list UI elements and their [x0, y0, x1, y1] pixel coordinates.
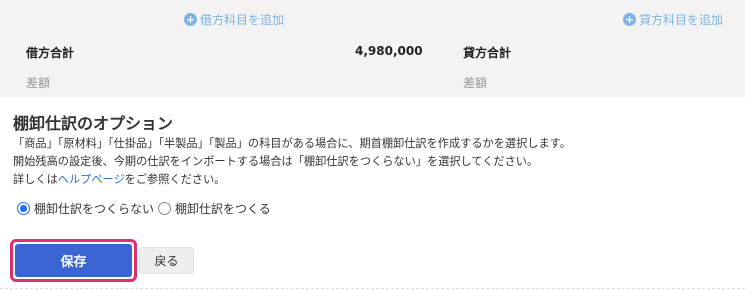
- journal-summary-panel: + 借方科目を追加 + 貸方科目を追加 借方合計 4,980,000 貸方合計 …: [0, 0, 745, 97]
- footer-divider: [0, 288, 745, 289]
- save-button[interactable]: 保存: [15, 244, 132, 277]
- radio-create[interactable]: [158, 201, 172, 215]
- radio-no-create[interactable]: [17, 201, 30, 215]
- description-line-3-prefix: 詳しくは: [13, 173, 58, 186]
- add-credit-account-button[interactable]: + 貸方科目を追加: [623, 9, 723, 29]
- total-row: 借方合計 4,980,000 貸方合計: [0, 41, 745, 65]
- description-line-2: 開始残高の設定後、今期の仕訳をインポートする場合は「棚卸仕訳をつくらない」を選択…: [13, 155, 539, 168]
- section-title: 棚卸仕訳のオプション: [13, 114, 174, 133]
- inventory-journal-radio-group: 棚卸仕訳をつくらない 棚卸仕訳をつくる: [17, 199, 275, 217]
- add-debit-account-label: 借方科目を追加: [200, 12, 285, 27]
- debit-total-label: 借方合計: [26, 46, 75, 60]
- radio-create-label[interactable]: 棚卸仕訳をつくる: [175, 200, 271, 217]
- help-page-link[interactable]: ヘルプページ: [58, 173, 125, 186]
- description-line-3-suffix: をご参照ください。: [124, 173, 226, 186]
- add-debit-account-button[interactable]: + 借方科目を追加: [184, 9, 284, 29]
- plus-circle-icon: +: [184, 12, 197, 26]
- radio-no-create-label[interactable]: 棚卸仕訳をつくらない: [34, 200, 154, 217]
- plus-circle-icon: +: [623, 12, 636, 26]
- difference-row: 差額 差額: [0, 71, 745, 95]
- credit-difference-label: 差額: [463, 76, 488, 90]
- inventory-journal-options: 棚卸仕訳のオプション 「商品」「原材料」「仕掛品」「半製品」「製品」の科目がある…: [13, 113, 733, 189]
- credit-total-label: 貸方合計: [463, 46, 512, 60]
- debit-total-amount: 4,980,000: [355, 44, 423, 58]
- debit-difference-label: 差額: [26, 76, 51, 90]
- add-credit-account-label: 貸方科目を追加: [639, 12, 724, 27]
- description-line-1: 「商品」「原材料」「仕掛品」「半製品」「製品」の科目がある場合に、期首棚卸仕訳を…: [13, 137, 571, 150]
- description-line-3: 詳しくはヘルプページをご参照ください。: [13, 171, 733, 189]
- back-button[interactable]: 戻る: [139, 247, 194, 274]
